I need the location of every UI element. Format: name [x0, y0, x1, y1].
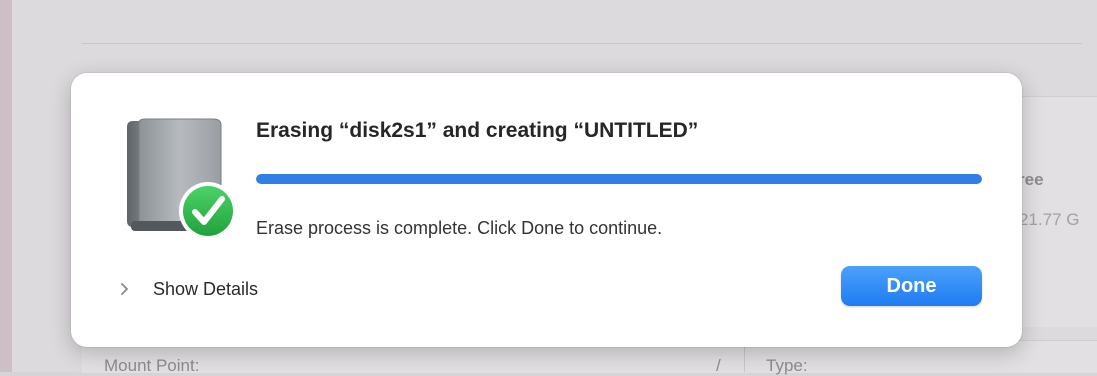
- mount-point-value: /: [716, 356, 721, 375]
- erase-progress-fill: [256, 174, 982, 184]
- status-message: Erase process is complete. Click Done to…: [256, 218, 663, 238]
- erase-progress-dialog: Erasing “disk2s1” and creating “UNTITLED…: [71, 73, 1022, 347]
- background-vertical-divider: [744, 346, 745, 372]
- external-disk-checkmark-icon: [127, 118, 237, 240]
- show-details-label: Show Details: [153, 278, 259, 299]
- erase-progress-bar: [256, 174, 982, 184]
- done-button[interactable]: Done: [841, 266, 982, 306]
- mount-point-label: Mount Point:: [104, 356, 200, 375]
- dialog-title: Erasing “disk2s1” and creating “UNTITLED…: [256, 119, 699, 142]
- background-left-edge: [0, 0, 12, 372]
- background-divider: [82, 43, 1082, 44]
- chevron-right-icon: [121, 283, 128, 295]
- background-free-value: 21.77 G: [1019, 210, 1080, 229]
- type-label: Type:: [766, 356, 808, 375]
- show-details-toggle[interactable]: Show Details: [117, 276, 258, 302]
